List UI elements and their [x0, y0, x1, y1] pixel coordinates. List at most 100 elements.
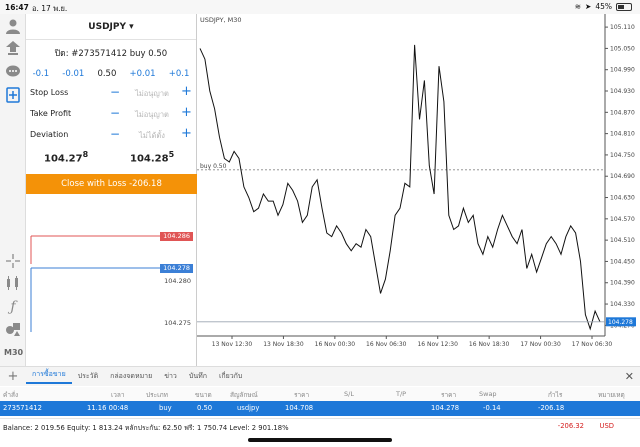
take-profit-plus-button[interactable]: + — [181, 105, 192, 120]
y-tick-label: 105.050 — [610, 45, 635, 52]
objects-icon[interactable] — [4, 321, 22, 339]
bid-price-main: 104.27 — [44, 153, 83, 165]
chat-icon[interactable] — [4, 64, 22, 82]
volume-plus-small[interactable]: +0.01 — [130, 69, 156, 79]
x-tick-label: 16 Nov 00:30 — [315, 341, 356, 348]
account-currency: USD — [599, 422, 614, 430]
tab-journal[interactable]: บันทึก — [183, 371, 213, 382]
account-icon[interactable] — [4, 18, 22, 36]
tab-about[interactable]: เกี่ยวกับ — [213, 371, 248, 382]
timeframe-button[interactable]: M30 — [4, 344, 23, 362]
chart-svg: 105.110 105.050 104.990 104.930 104.870 104.8… — [197, 14, 636, 348]
col-sl: S/L — [344, 390, 354, 398]
symbol-label: USDJPY — [88, 22, 127, 32]
cell-time: 11.16 00:48 — [87, 404, 129, 412]
tab-news[interactable]: ข่าว — [158, 371, 183, 382]
y-tick-label: 104.750 — [610, 152, 635, 159]
y-tick-label: 104.870 — [610, 109, 635, 116]
x-tick-label: 17 Nov 06:30 — [572, 341, 613, 348]
y-tick-label: 104.630 — [610, 195, 635, 202]
deviation-row: Deviation − ไม่ได้ตั้ง + — [26, 126, 197, 146]
y-tick-label: 105.110 — [610, 24, 635, 31]
take-profit-label: Take Profit — [30, 109, 72, 118]
price-series-line — [199, 44, 601, 331]
deviation-input[interactable]: ไม่ได้ตั้ง — [124, 130, 180, 142]
positions-table-header: คำสั่ง เวลา ประเภท ขนาด สัญลักษณ์ ราคา S… — [0, 387, 640, 401]
volume-value[interactable]: 0.50 — [97, 69, 116, 79]
tab-trade[interactable]: การซื้อขาย — [26, 369, 72, 384]
bid-price-tag: 104.278 — [160, 264, 193, 273]
x-tick-label: 13 Nov 12:30 — [212, 341, 253, 348]
col-volume: ขนาด — [195, 391, 212, 399]
status-bar: 16:47 อ. 17 พ.ย. ≋ ➤ 45% — [0, 0, 640, 14]
stop-loss-row: Stop Loss − ไม่อนุญาต + — [26, 84, 197, 104]
status-icons: ≋ ➤ 45% — [575, 2, 632, 11]
stop-loss-label: Stop Loss — [30, 88, 69, 97]
add-icon[interactable]: + — [0, 369, 26, 384]
x-tick-label: 13 Nov 18:30 — [263, 341, 304, 348]
deviation-label: Deviation — [30, 130, 69, 139]
volume-minus-big[interactable]: -0.1 — [33, 69, 50, 79]
battery-fill — [618, 4, 624, 9]
mini-level-1: 104.280 — [164, 277, 191, 285]
tick-chart-svg — [30, 235, 164, 332]
bid-price: 104.278 — [44, 150, 88, 164]
stop-loss-minus-button[interactable]: − — [110, 85, 120, 99]
close-position-button[interactable]: Close with Loss -206.18 — [26, 174, 197, 194]
ask-price: 104.285 — [130, 150, 174, 164]
x-tick-label: 16 Nov 18:30 — [469, 341, 510, 348]
x-tick-label: 16 Nov 12:30 — [417, 341, 458, 348]
cell-price: 104.708 — [285, 404, 314, 412]
clock: 16:47 — [5, 3, 29, 12]
order-panel: USDJPY ▾ ปิด: #273571412 buy 0.50 -0.1 -… — [26, 14, 197, 366]
y-tick-label: 104.690 — [610, 173, 635, 180]
deviation-minus-button[interactable]: − — [110, 127, 120, 141]
y-tick-label: 104.990 — [610, 67, 635, 74]
crosshair-icon[interactable] — [4, 253, 22, 271]
stop-loss-plus-button[interactable]: + — [181, 84, 192, 99]
mini-level-2: 104.275 — [164, 319, 191, 327]
transfer-icon[interactable] — [4, 40, 22, 58]
chart-title: USDJPY, M30 — [200, 16, 242, 24]
cell-profit: -206.18 — [538, 404, 565, 412]
close-icon[interactable]: ✕ — [625, 370, 634, 383]
x-tick-label: 17 Nov 00:30 — [520, 341, 561, 348]
take-profit-input[interactable]: ไม่อนุญาต — [124, 109, 180, 121]
tab-history[interactable]: ประวัติ — [72, 371, 104, 382]
deviation-plus-button[interactable]: + — [181, 126, 192, 141]
y-tick-label: 104.930 — [610, 88, 635, 95]
floating-pl: -206.32 — [557, 422, 584, 430]
y-tick-label: 104.330 — [610, 301, 635, 308]
tab-mailbox[interactable]: กล่องจดหมาย — [104, 371, 158, 382]
take-profit-row: Take Profit − ไม่อนุญาต + — [26, 105, 197, 125]
function-icon[interactable]: ƒ — [4, 298, 22, 316]
y-tick-label: 104.510 — [610, 237, 635, 244]
battery-icon — [616, 2, 632, 11]
battery-percent: 45% — [595, 2, 612, 11]
take-profit-minus-button[interactable]: − — [110, 106, 120, 120]
balance-summary: Balance: 2 019.56 Equity: 1 813.24 หลักป… — [3, 424, 289, 432]
volume-minus-small[interactable]: -0.01 — [62, 69, 84, 79]
cell-type: buy — [159, 404, 172, 412]
cell-volume: 0.50 — [197, 404, 213, 412]
location-icon: ➤ — [585, 2, 592, 11]
price-chart[interactable]: USDJPY, M30 105.110 105.050 104.990 104.930… — [197, 14, 640, 366]
new-order-icon[interactable] — [4, 87, 22, 105]
y-tick-label: 104.570 — [610, 216, 635, 223]
home-indicator[interactable] — [248, 438, 392, 442]
x-tick-label: 16 Nov 06:30 — [366, 341, 407, 348]
chevron-down-icon: ▾ — [129, 22, 134, 32]
ticket-label: ปิด: #273571412 buy 0.50 — [54, 49, 168, 59]
col-swap: Swap — [479, 390, 497, 398]
volume-plus-big[interactable]: +0.1 — [169, 69, 190, 79]
col-time: เวลา — [111, 391, 125, 399]
table-row[interactable]: 273571412 11.16 00:48 buy 0.50 usdjpy 10… — [0, 401, 640, 416]
balance-bar: Balance: 2 019.56 Equity: 1 813.24 หลักป… — [0, 418, 640, 432]
bid-price-pip: 8 — [82, 150, 89, 159]
ask-price-main: 104.28 — [130, 153, 169, 165]
order-level-label: buy 0.50 — [200, 163, 227, 170]
indicators-icon[interactable] — [4, 275, 22, 293]
col-profit: กำไร — [548, 391, 563, 399]
symbol-selector[interactable]: USDJPY ▾ — [26, 14, 196, 40]
stop-loss-input[interactable]: ไม่อนุญาต — [124, 88, 180, 100]
